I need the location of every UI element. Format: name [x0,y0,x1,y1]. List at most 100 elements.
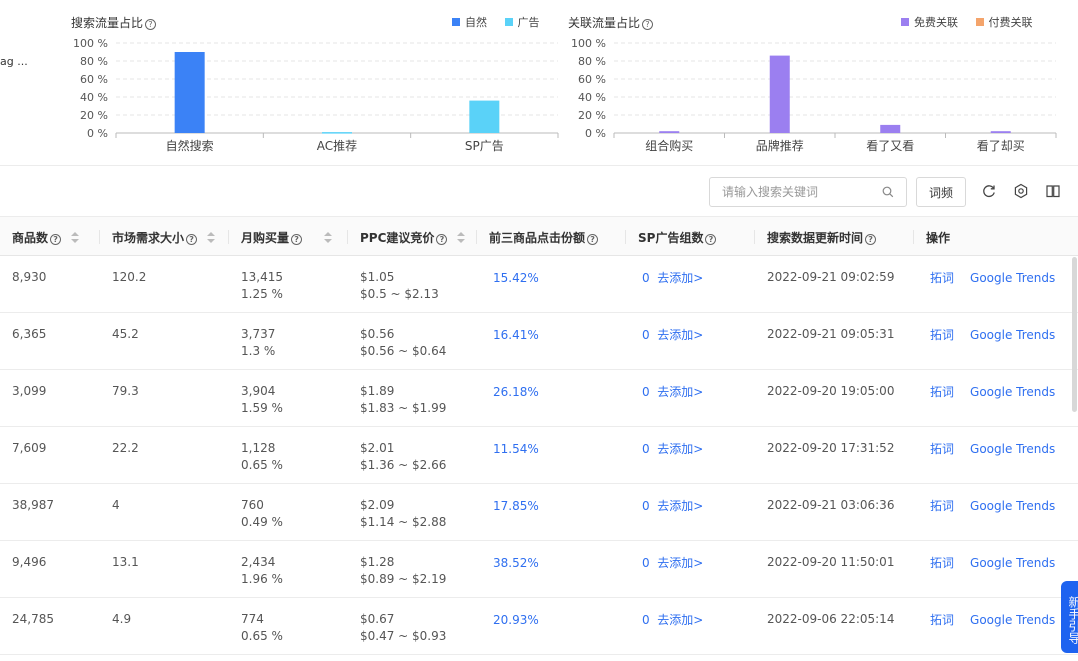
bar-1 [659,131,680,133]
cell-top3-click-share: 38.52% [493,555,539,572]
guide-float-tab[interactable]: 新手引导 [1061,581,1078,653]
google-trends-link[interactable]: Google Trends [970,442,1055,456]
sort-icon[interactable] [324,232,333,244]
header-actions: 操作 [926,231,951,245]
top3-click-share-link[interactable]: 16.41% [493,328,539,342]
expand-keyword-link[interactable]: 拓词 [930,271,954,285]
x-category-label: AC推荐 [317,139,357,153]
top3-click-share-link[interactable]: 26.18% [493,385,539,399]
keyword-search-input[interactable] [710,178,870,206]
y-tick-label: 40 % [80,91,108,104]
cell-actions: 拓词 Google Trends [930,384,1055,401]
cell-sp-ad-groups: 0 去添加> [642,612,703,629]
expand-keyword-link[interactable]: 拓词 [930,499,954,513]
book-icon[interactable] [1045,183,1061,199]
ppc-bid-value: $1.05 [360,270,395,284]
cell-ppc-bid: $0.67 $0.47 ~ $0.93 [360,611,446,645]
header-market-demand[interactable]: 市场需求大小? [112,229,216,246]
expand-keyword-link[interactable]: 拓词 [930,613,954,627]
ppc-bid-value: $2.01 [360,441,395,455]
google-trends-link[interactable]: Google Trends [970,499,1055,513]
help-icon[interactable]: ? [186,234,198,245]
expand-keyword-link[interactable]: 拓词 [930,442,954,456]
header-ppc-bid[interactable]: PPC建议竞价? [360,229,466,246]
cell-ppc-bid: $2.01 $1.36 ~ $2.66 [360,440,446,474]
y-tick-label: 40 % [578,91,606,104]
sp-ad-group-count[interactable]: 0 [642,499,650,513]
help-icon[interactable]: ? [587,234,599,245]
column-divider [913,230,914,244]
cell-top3-click-share: 15.42% [493,270,539,287]
add-sp-ad-link[interactable]: 去添加> [657,556,703,570]
help-icon[interactable]: ? [865,234,877,245]
keyword-search-box[interactable] [709,177,907,207]
word-frequency-button[interactable]: 词频 [916,177,966,207]
table-row: 8,930 120.2 13,415 1.25 % $1.05 $0.5 ~ $2.13 1… [0,256,1078,313]
column-divider [228,230,229,244]
sp-ad-group-count[interactable]: 0 [642,328,650,342]
google-trends-link[interactable]: Google Trends [970,328,1055,342]
expand-keyword-link[interactable]: 拓词 [930,556,954,570]
sort-icon[interactable] [457,232,466,244]
table-row: 7,609 22.2 1,128 0.65 % $2.01 $1.36 ~ $2.66 11… [0,427,1078,484]
sp-ad-group-count[interactable]: 0 [642,442,650,456]
cell-update-time: 2022-09-06 22:05:14 [767,612,895,626]
top3-click-share-link[interactable]: 20.93% [493,613,539,627]
search-icon[interactable] [882,186,894,198]
cell-update-time: 2022-09-21 03:06:36 [767,498,895,512]
ppc-bid-value: $1.89 [360,384,395,398]
ppc-bid-value: $0.56 [360,327,395,341]
cell-market-demand: 45.2 [112,327,139,341]
monthly-purchase-pct: 0.65 % [241,458,283,472]
sort-icon[interactable] [207,232,216,244]
top3-click-share-link[interactable]: 17.85% [493,499,539,513]
assoc-traffic-chart: 0 % 20 % 40 % 60 % 80 % 100 % 组合购买 品牌推荐 看了又看 看了却买 [571,37,1057,153]
google-trends-link[interactable]: Google Trends [970,613,1055,627]
search-traffic-chart: 0 % 20 % 40 % 60 % 80 % 100 % 自然搜索 AC推荐 SP广告 [73,37,559,153]
cell-top3-click-share: 17.85% [493,498,539,515]
help-icon[interactable]: ? [705,234,717,245]
column-divider [347,230,348,244]
top3-click-share-link[interactable]: 15.42% [493,271,539,285]
google-trends-link[interactable]: Google Trends [970,271,1055,285]
header-products[interactable]: 商品数? [12,229,80,246]
vertical-scrollbar[interactable] [1072,257,1077,412]
sp-ad-group-count[interactable]: 0 [642,613,650,627]
add-sp-ad-link[interactable]: 去添加> [657,271,703,285]
google-trends-link[interactable]: Google Trends [970,556,1055,570]
ppc-bid-range: $0.47 ~ $0.93 [360,629,447,643]
cell-products: 8,930 [12,270,47,284]
add-sp-ad-link[interactable]: 去添加> [657,442,703,456]
sp-ad-group-count[interactable]: 0 [642,271,650,285]
traffic-charts-panel: ag ... 搜索流量占比? 自然 广告 关联流量占比? 免费关联 付费关联 0… [0,0,1078,166]
sp-ad-group-count[interactable]: 0 [642,556,650,570]
add-sp-ad-link[interactable]: 去添加> [657,385,703,399]
x-category-label: 看了却买 [977,139,1025,153]
monthly-purchase-value: 760 [241,498,264,512]
header-monthly-purchase[interactable]: 月购买量? [241,229,333,246]
sort-icon[interactable] [71,232,80,244]
monthly-purchase-pct: 0.49 % [241,515,283,529]
expand-keyword-link[interactable]: 拓词 [930,328,954,342]
help-icon[interactable]: ? [50,234,62,245]
cell-update-time: 2022-09-21 09:05:31 [767,327,895,341]
help-icon[interactable]: ? [291,234,303,245]
add-sp-ad-link[interactable]: 去添加> [657,499,703,513]
settings-icon[interactable] [1013,183,1029,199]
sp-ad-group-count[interactable]: 0 [642,385,650,399]
bar-2 [322,132,352,134]
top3-click-share-link[interactable]: 11.54% [493,442,539,456]
table-header: 商品数? 市场需求大小? 月购买量? PPC建议竞价? 前三商品点击份额? SP… [0,216,1078,256]
bar-3 [469,100,500,133]
cell-actions: 拓词 Google Trends [930,612,1055,629]
help-icon[interactable]: ? [436,234,448,245]
cell-market-demand: 13.1 [112,555,139,569]
refresh-icon[interactable] [981,183,997,199]
top3-click-share-link[interactable]: 38.52% [493,556,539,570]
google-trends-link[interactable]: Google Trends [970,385,1055,399]
monthly-purchase-value: 774 [241,612,264,626]
add-sp-ad-link[interactable]: 去添加> [657,613,703,627]
expand-keyword-link[interactable]: 拓词 [930,385,954,399]
cell-monthly-purchase: 2,434 1.96 % [241,554,283,588]
add-sp-ad-link[interactable]: 去添加> [657,328,703,342]
